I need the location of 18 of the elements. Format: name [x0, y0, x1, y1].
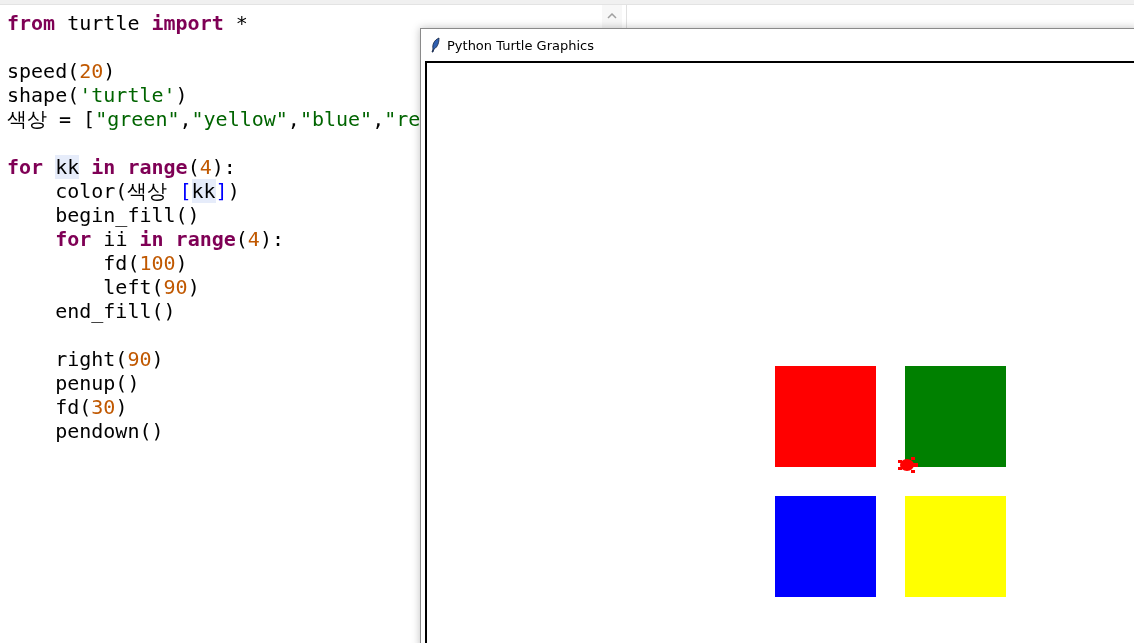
window-title: Python Turtle Graphics — [447, 37, 594, 53]
scroll-up-icon[interactable] — [607, 13, 617, 19]
code-line: end_fill() — [54, 299, 176, 323]
code-line: speed(20) — [7, 59, 116, 83]
code-line: fd(30) — [54, 395, 128, 419]
code-line: shape('turtle') — [7, 83, 188, 107]
code-line: right(90) — [54, 347, 164, 371]
feather-icon — [431, 37, 440, 53]
code-line: pendown() — [54, 419, 164, 443]
code-line: from turtle import * — [7, 11, 248, 35]
code-line: color(색상 [kk]) — [54, 179, 240, 203]
code-line: 색상 = ["green","yellow","blue","re — [7, 107, 421, 131]
code-line: begin_fill() — [54, 203, 200, 227]
code-line: for ii in range(4): — [54, 227, 284, 251]
code-line: for kk in range(4): — [7, 155, 236, 179]
code-line: left(90) — [102, 275, 200, 299]
code-line: fd(100) — [102, 251, 188, 275]
code-line: penup() — [54, 371, 140, 395]
